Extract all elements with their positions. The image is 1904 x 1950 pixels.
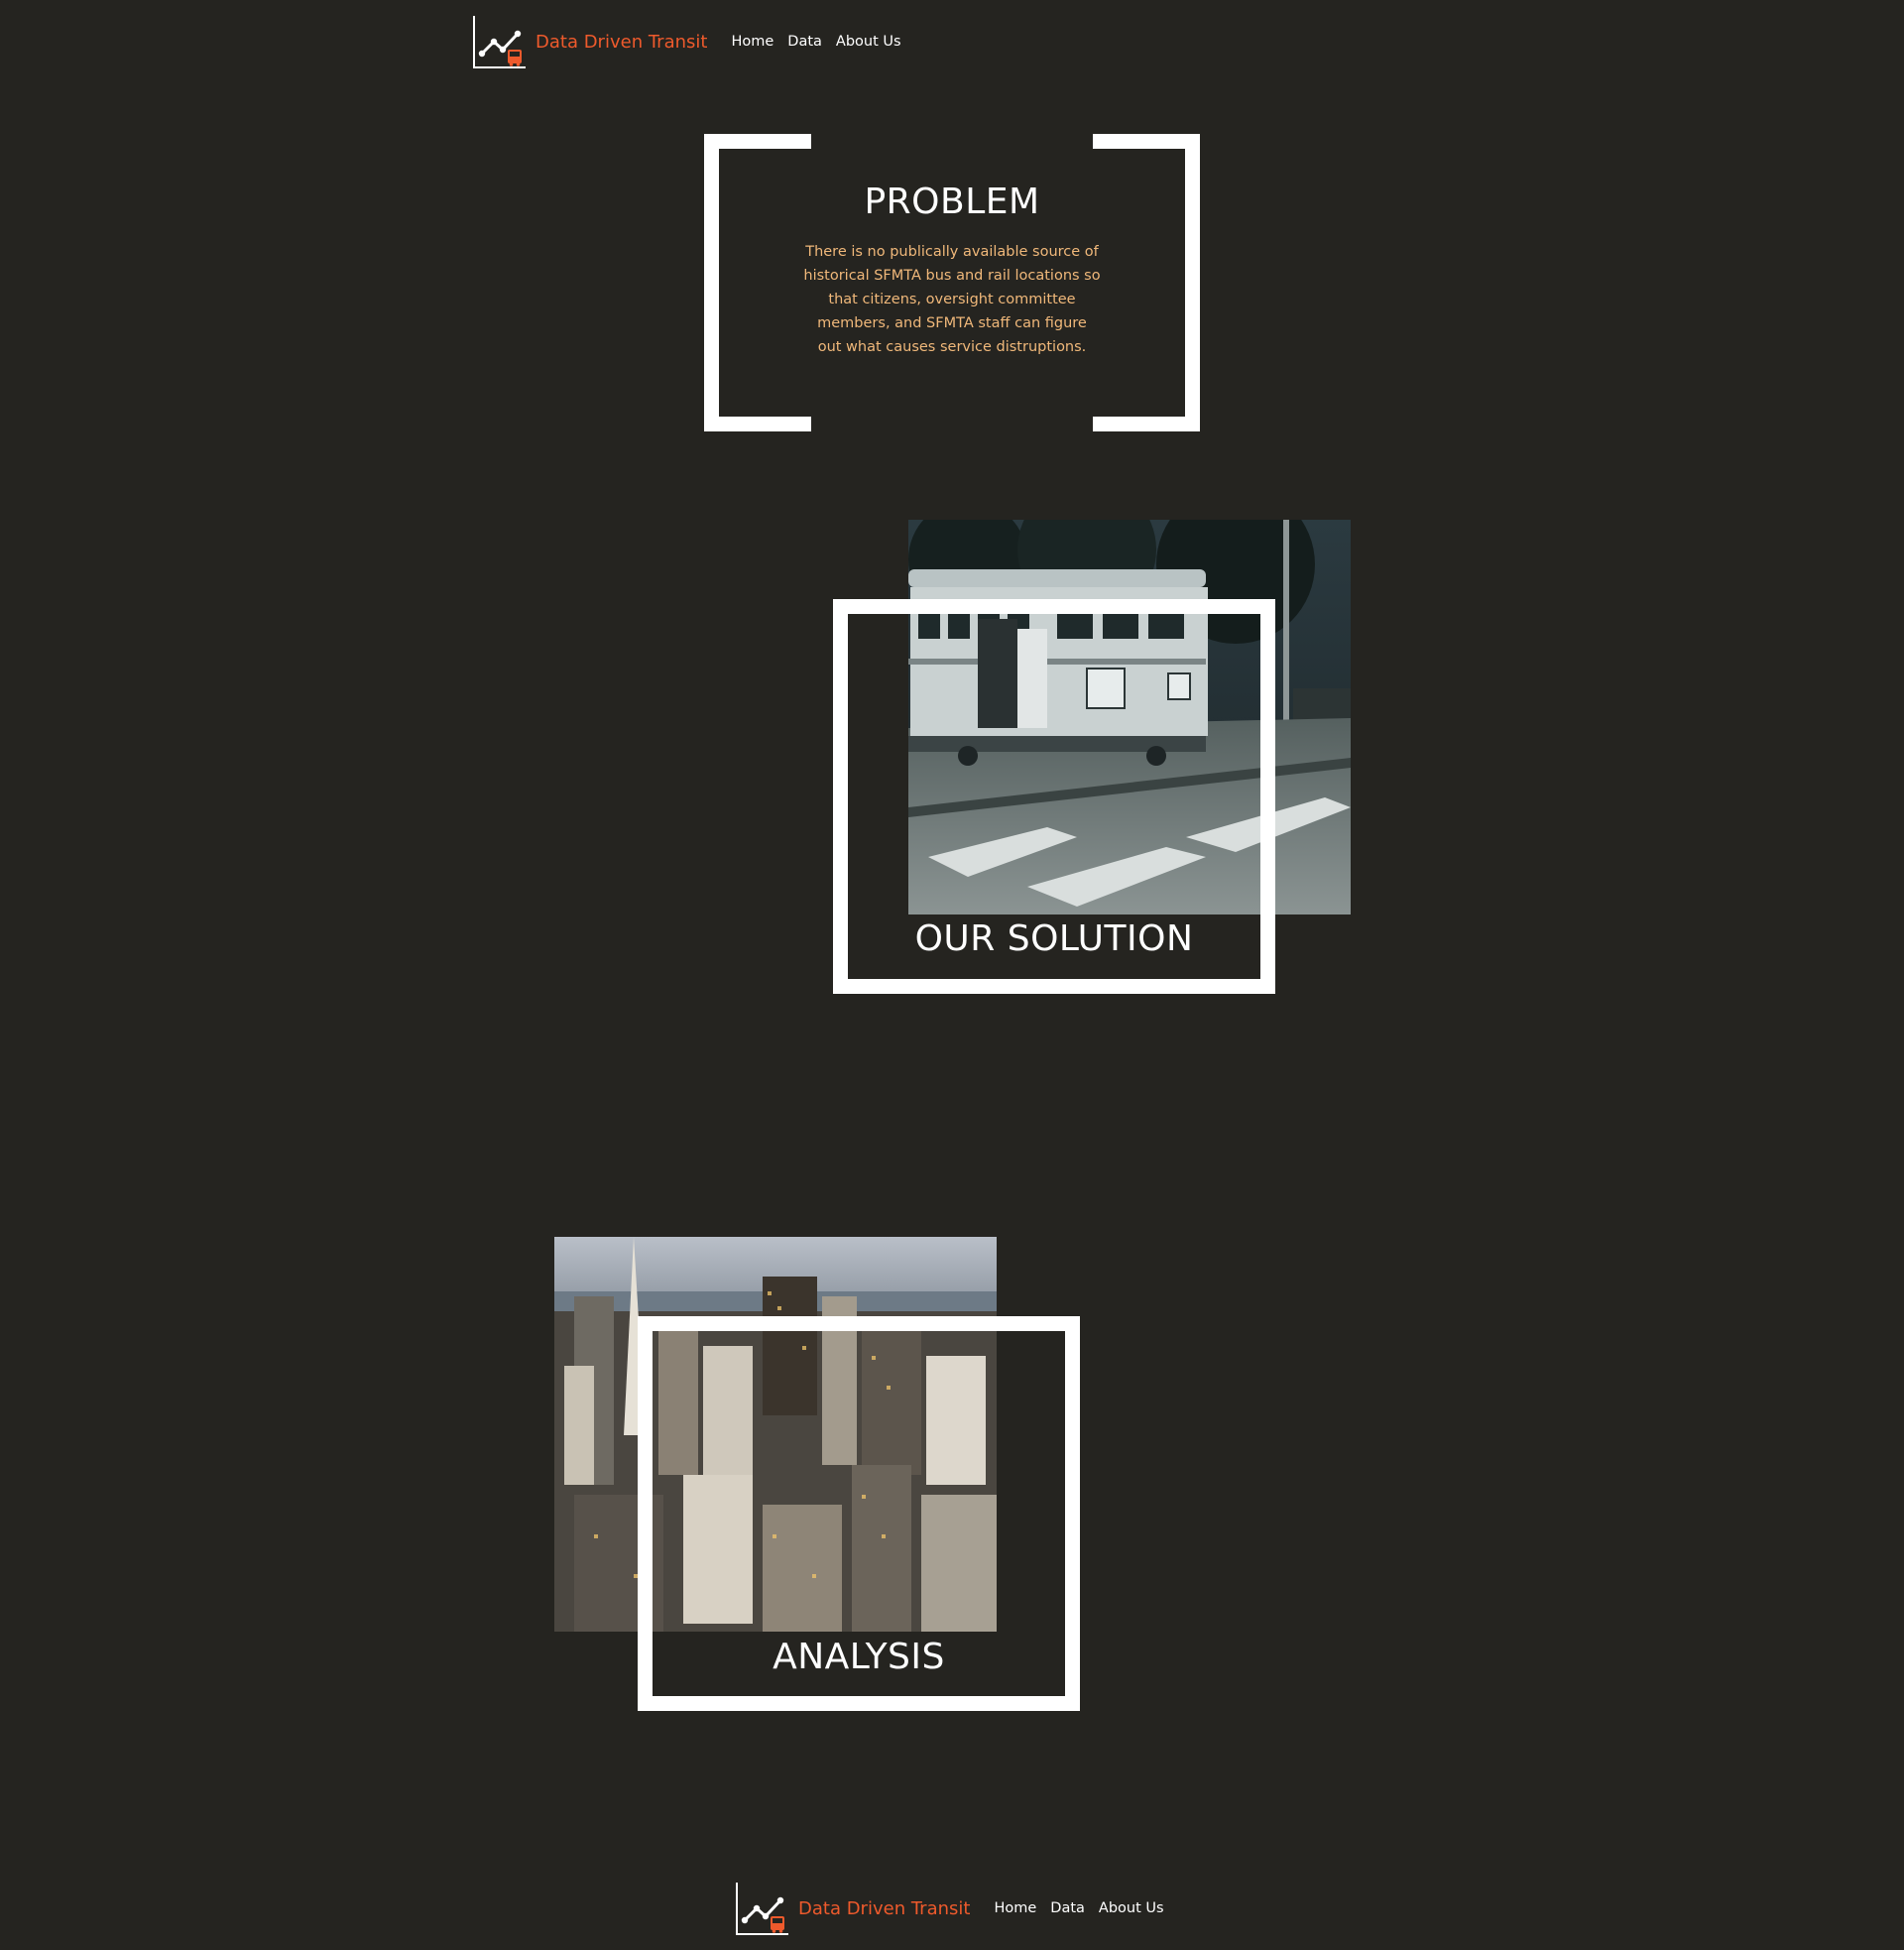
analysis-heading[interactable]: ANALYSIS: [653, 1637, 1065, 1677]
chart-bus-logo-icon[interactable]: [735, 1881, 790, 1936]
our-solution-heading[interactable]: OUR SOLUTION: [848, 918, 1260, 959]
right-bracket-decoration: [1093, 134, 1200, 431]
nav-home-link[interactable]: Home: [731, 34, 774, 50]
brand-link[interactable]: Data Driven Transit: [536, 32, 707, 53]
footer-navbar: Data Driven Transit Home Data About Us: [735, 1881, 1178, 1936]
footer-home-link[interactable]: Home: [994, 1900, 1036, 1916]
problem-section: PROBLEM There is no publically available…: [704, 134, 1200, 431]
footer-brand-link[interactable]: Data Driven Transit: [798, 1898, 970, 1919]
top-navbar: Data Driven Transit Home Data About Us: [472, 14, 915, 69]
nav-data-link[interactable]: Data: [787, 34, 822, 50]
left-bracket-decoration: [704, 134, 811, 431]
problem-description: There is no publically available source …: [803, 244, 1101, 355]
footer-data-link[interactable]: Data: [1050, 1900, 1085, 1916]
footer-about-link[interactable]: About Us: [1099, 1900, 1164, 1916]
nav-about-link[interactable]: About Us: [836, 34, 901, 50]
chart-bus-logo-icon[interactable]: [472, 14, 528, 69]
problem-heading: PROBLEM: [864, 182, 1040, 222]
